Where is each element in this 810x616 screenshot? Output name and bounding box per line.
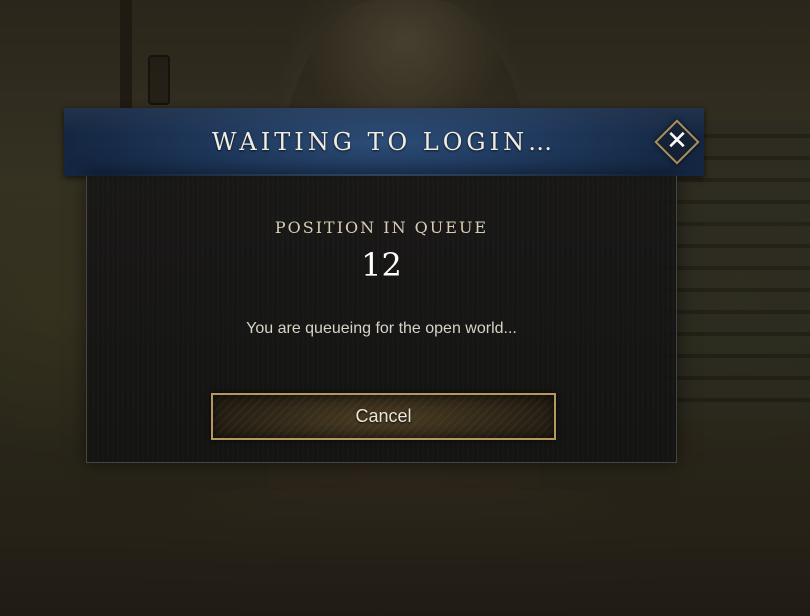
close-icon: ✕	[666, 126, 688, 156]
queue-message: You are queueing for the open world...	[246, 320, 517, 337]
close-button[interactable]: ✕	[654, 119, 700, 165]
dialog-header: WAITING TO LOGIN… ✕	[64, 108, 704, 176]
login-queue-dialog: WAITING TO LOGIN… ✕ POSITION IN QUEUE 12…	[64, 108, 704, 484]
dialog-body: POSITION IN QUEUE 12 You are queueing fo…	[86, 176, 677, 463]
queue-position-value: 12	[361, 246, 402, 284]
dialog-title: WAITING TO LOGIN…	[211, 128, 557, 156]
queue-position-label: POSITION IN QUEUE	[274, 218, 489, 237]
cancel-button[interactable]: Cancel	[211, 393, 556, 440]
